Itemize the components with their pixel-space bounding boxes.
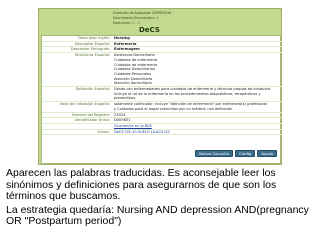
field-value: Nursing — [112, 36, 282, 41]
field-value: Enfermagem — [112, 47, 282, 52]
slide-caption: Aparecen las palabras traducidas. Es aco… — [6, 167, 314, 228]
config-button[interactable]: Config — [235, 150, 256, 157]
field-value-line: Atención domiciliaria — [114, 81, 152, 86]
field-row: Enviar: DeCS CIE-10 SUELO LILACS LIS — [42, 130, 282, 136]
help-button[interactable]: Ayuda — [257, 150, 277, 157]
new-query-button[interactable]: Nueva Consulta — [195, 150, 234, 157]
field-label: Sinónimos Español: — [74, 53, 110, 58]
record-fields: Descriptor Inglés: Nursing Descriptor Espa… — [42, 36, 282, 136]
field-link[interactable]: Ocurrencia en la BVS — [112, 124, 282, 129]
field-value-line: D009851 — [114, 118, 131, 123]
breadcrumb-found: Descriptores Encontrados: 1 — [113, 16, 159, 20]
caption-paragraph-2: La estrategia quedaría: Nursing AND depr… — [6, 203, 309, 227]
field-label: Descriptor Español: — [74, 41, 110, 46]
field-value-line: Enfermería — [114, 41, 137, 46]
caption-paragraph-1: Aparecen las palabras traducidas. Es aco… — [6, 167, 277, 202]
field-value: Enfermería — [112, 42, 282, 47]
header: Expresión de búsqueda: DEPRESION Descrip… — [39, 9, 281, 35]
field-value-line: y Cuidados para el hogar prescritos por … — [114, 106, 233, 111]
field-label: Número del Registro: — [72, 112, 110, 117]
field-row: Sinónimos Español: Asistencia Domiciliari… — [42, 53, 282, 88]
decs-screenshot: Expresión de búsqueda: DEPRESION Descrip… — [38, 8, 282, 165]
field-label: Definición Español: — [75, 87, 110, 92]
record-buttons: Nueva Consulta Config Ayuda — [195, 150, 277, 157]
field-value-line: Nursing — [114, 36, 130, 40]
page-title: DeCS — [139, 26, 160, 34]
breadcrumb-showing: Mostrando: 1 .. 1 — [113, 21, 141, 25]
field-value: solamente calificador; incluye "atención… — [112, 102, 282, 111]
field-link[interactable]: DeCS CIE-10 SUELO LILACS LIS — [112, 130, 282, 135]
field-value-line: Enfermagem — [114, 47, 140, 52]
field-row: Definición Español: Usado con enfermedade… — [42, 87, 282, 103]
field-value-line: 23024 — [114, 112, 126, 117]
record-card: Descriptor Inglés: Nursing Descriptor Espa… — [41, 35, 282, 164]
field-label: Identificador Único: — [74, 118, 110, 123]
field-value: Asistencia Domiciliaria Cuidados de enfer… — [112, 53, 282, 86]
field-label — [42, 124, 112, 129]
field-label: Descriptor Inglés: — [78, 36, 110, 40]
field-value: Usado con enfermedades para cuidados de … — [112, 87, 282, 101]
field-value: 23024 — [112, 113, 282, 118]
field-label: Descriptor Portugués: — [70, 47, 110, 52]
field-value: D009851 — [112, 118, 282, 123]
field-value-line: Incluye el rol de la enfermería en los p… — [114, 91, 261, 96]
field-label: Enviar: — [97, 129, 110, 134]
field-label: Nota de Indización Español: — [60, 102, 110, 107]
field-value-line[interactable]: DeCS CIE-10 SUELO LILACS LIS — [114, 130, 282, 135]
field-row: Nota de Indización Español: solamente cal… — [42, 102, 282, 113]
field-value-line[interactable]: Ocurrencia en la BVS — [114, 124, 282, 129]
breadcrumb-query: Expresión de búsqueda: DEPRESION — [113, 11, 171, 15]
field-value-line: preventivos. — [114, 96, 137, 101]
